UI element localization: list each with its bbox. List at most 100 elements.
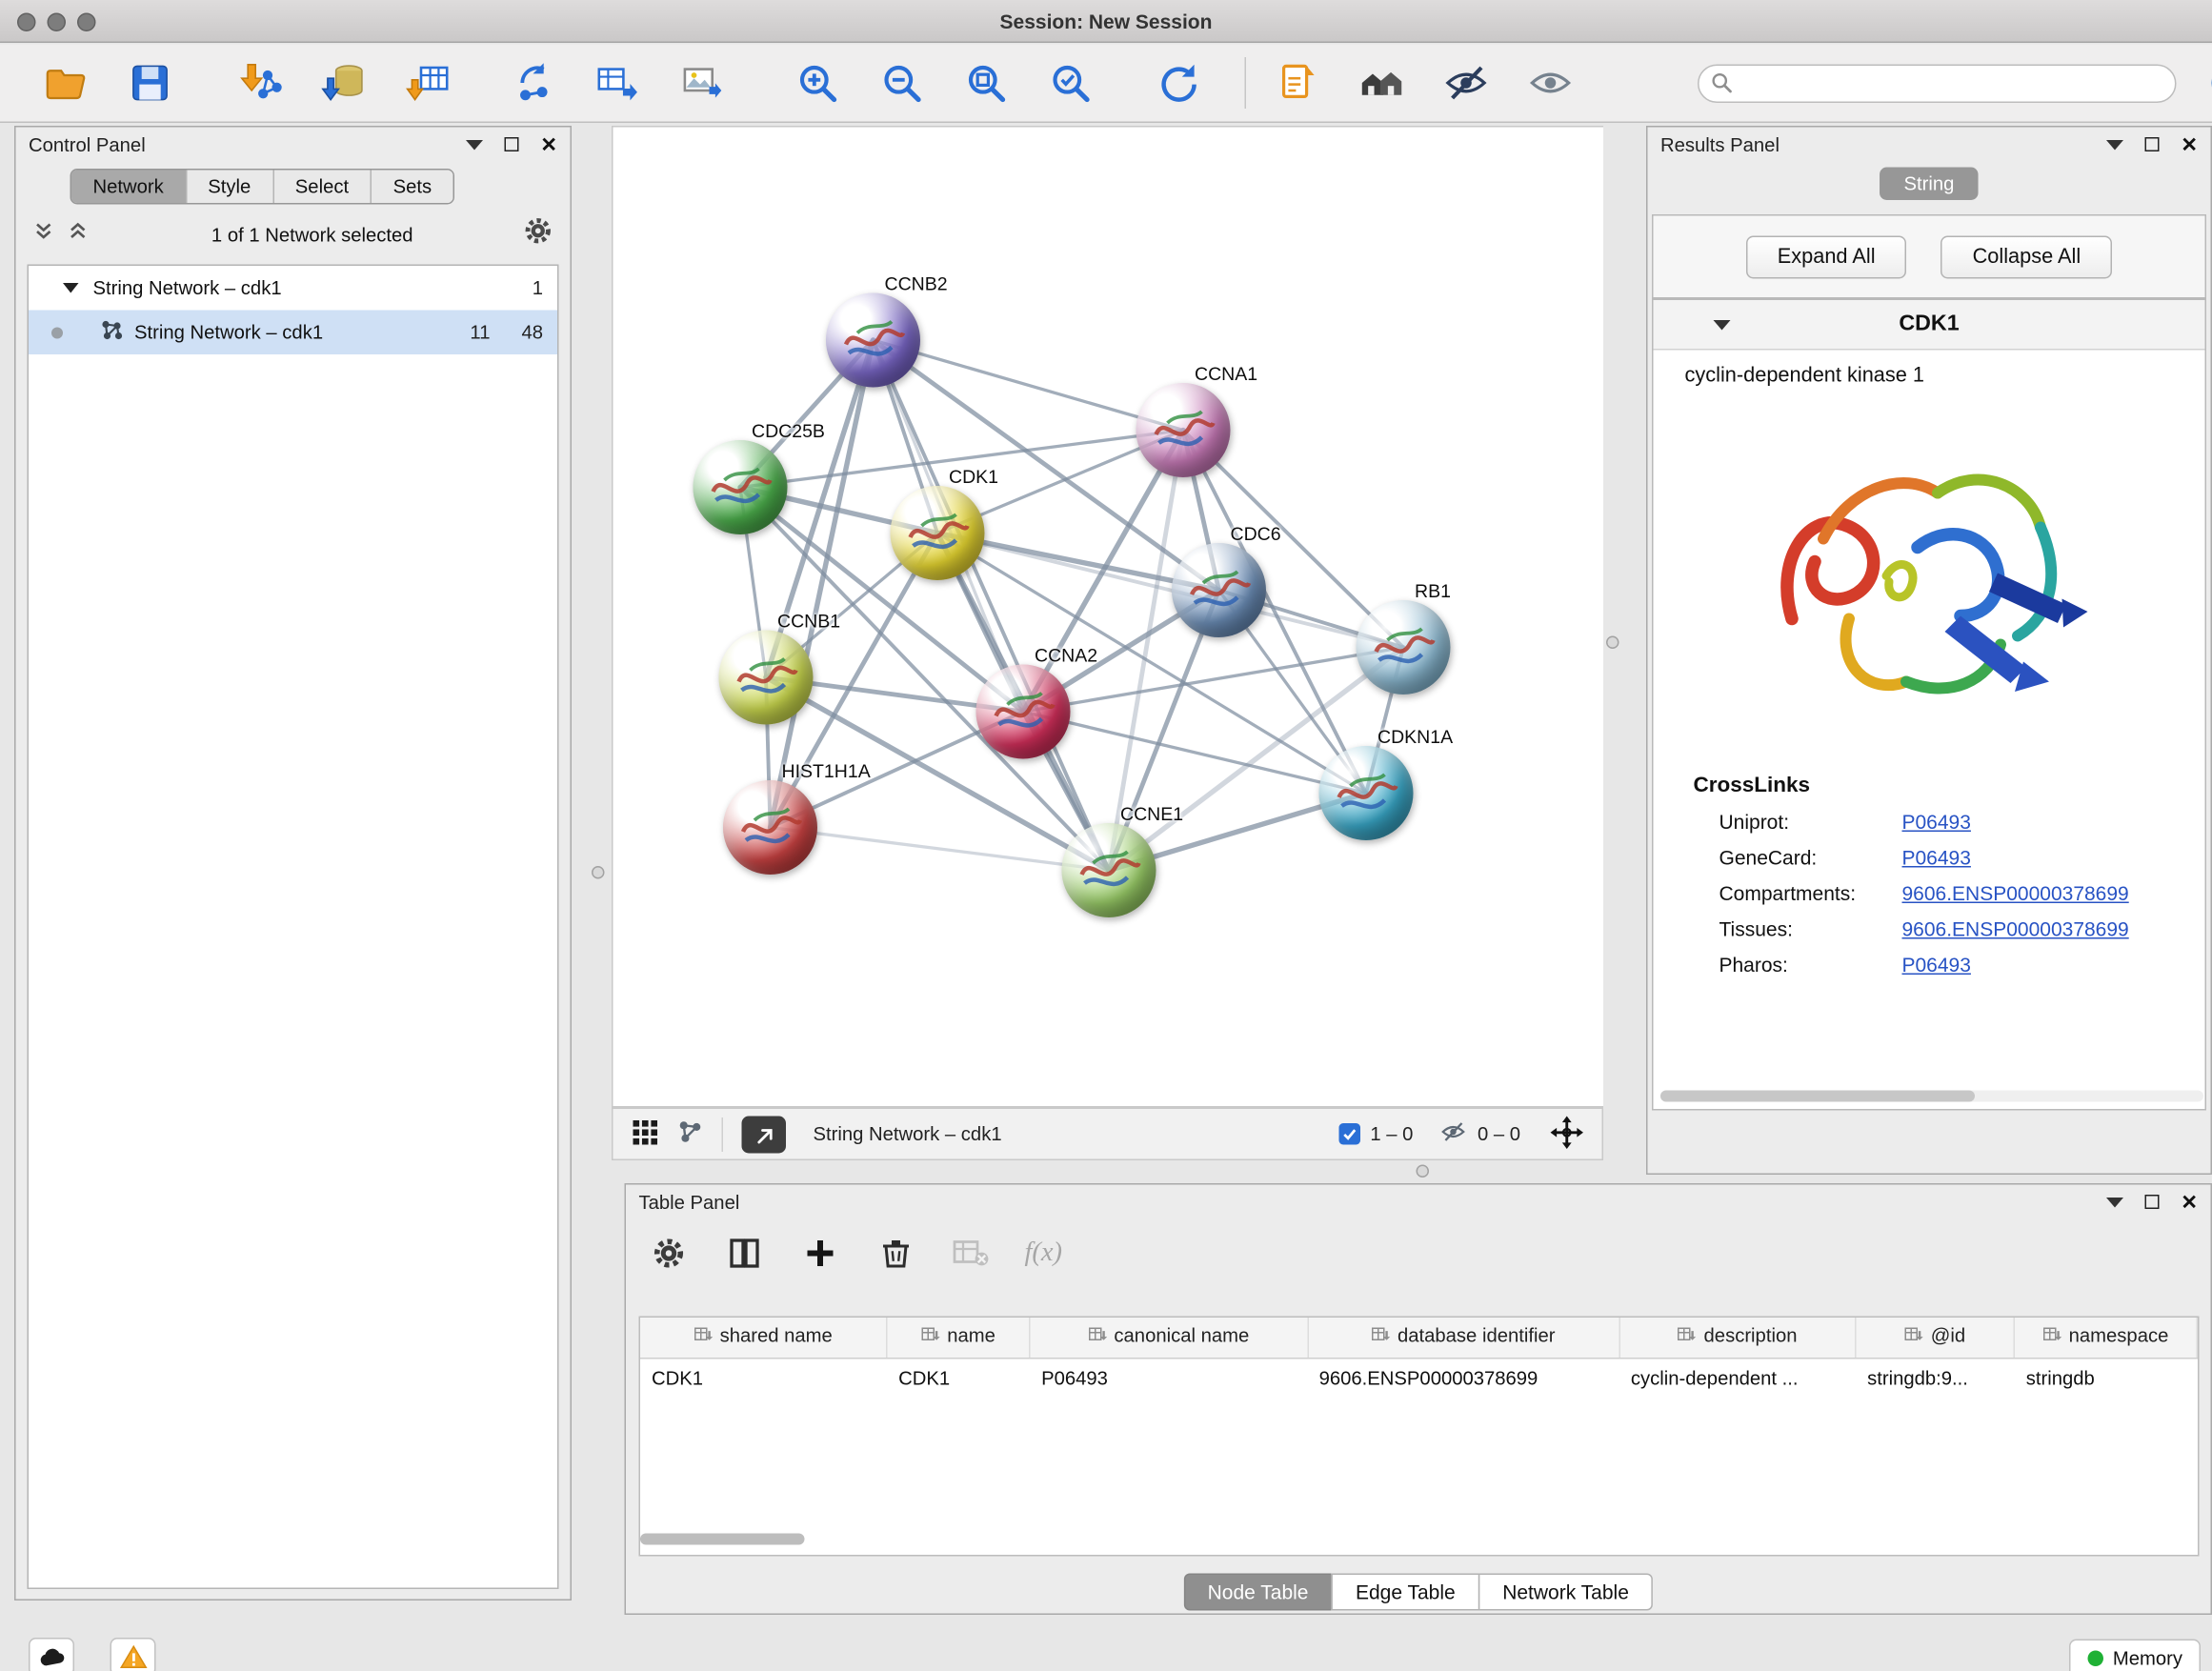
crosslink-link[interactable]: P06493 [1902,953,1971,976]
import-network-file-icon[interactable] [234,54,286,111]
hide-graphics-details-icon[interactable] [1440,54,1492,111]
close-panel-icon[interactable]: ✕ [540,134,557,154]
tab-network-table[interactable]: Network Table [1478,1574,1654,1611]
network-edge[interactable] [874,340,1110,871]
table-cell[interactable]: P06493 [1030,1358,1308,1398]
open-session-icon[interactable] [40,54,91,111]
gene-disclosure-icon[interactable] [1714,319,1731,330]
zoom-fit-icon[interactable] [960,54,1012,111]
crosslink-link[interactable]: 9606.ENSP00000378699 [1902,916,2129,939]
zoom-window-button[interactable] [77,13,96,32]
column-header-shared-name[interactable]: shared name [640,1318,887,1358]
crosslink-link[interactable]: P06493 [1902,845,1971,868]
float-table-icon[interactable] [2145,1195,2160,1209]
export-network-icon[interactable] [592,54,643,111]
network-collection-row[interactable]: String Network – cdk1 1 [29,266,557,311]
export-image-icon[interactable] [676,54,728,111]
crosslink-link[interactable]: 9606.ENSP00000378699 [1902,881,2129,904]
expand-all-networks-icon[interactable] [33,220,55,249]
import-table-icon[interactable] [403,54,454,111]
cloud-button[interactable] [29,1638,74,1671]
collapse-all-button[interactable]: Collapse All [1941,235,2113,278]
table-settings-gear-icon[interactable] [646,1231,692,1277]
birds-eye-view-icon[interactable] [632,1118,659,1150]
hidden-items-icon[interactable] [1438,1119,1467,1150]
float-panel-icon[interactable] [505,137,519,151]
collapse-all-networks-icon[interactable] [68,220,90,249]
network-node-cdkn1a[interactable] [1319,746,1414,840]
tab-network[interactable]: Network [71,171,185,204]
tab-sets[interactable]: Sets [371,171,453,204]
close-results-icon[interactable]: ✕ [2181,134,2198,154]
column-header-database-identifier[interactable]: database identifier [1308,1318,1619,1358]
network-options-gear-icon[interactable] [523,216,553,253]
table-cell[interactable]: 9606.ENSP00000378699 [1308,1358,1619,1398]
network-canvas[interactable]: CCNB2CCNA1CDC25BCDK1CDC6RB1CCNB1CCNA2CDK… [612,126,1603,1108]
results-tab-string[interactable]: String [1880,168,1979,201]
horizontal-splitter-handle[interactable] [1417,1165,1430,1178]
expand-all-button[interactable]: Expand All [1746,235,1907,278]
network-node-cdc25b[interactable] [694,440,788,534]
network-row-selected[interactable]: String Network – cdk1 11 48 [29,311,557,355]
table-horizontal-scrollbar[interactable] [640,1534,805,1545]
apply-layout-icon[interactable] [1152,54,1203,111]
selected-items-checkbox-icon[interactable] [1338,1123,1360,1145]
tab-style[interactable]: Style [185,171,272,204]
column-header-name[interactable]: name [887,1318,1030,1358]
delete-column-icon[interactable] [874,1231,919,1277]
crosslink-link[interactable]: P06493 [1902,810,1971,833]
import-network-database-icon[interactable] [319,54,371,111]
network-node-rb1[interactable] [1357,600,1451,695]
save-session-icon[interactable] [125,54,176,111]
network-node-ccne1[interactable] [1062,823,1156,917]
column-header--id[interactable]: @id [1856,1318,2015,1358]
network-edge[interactable] [771,340,874,828]
warning-button[interactable] [111,1638,156,1671]
network-node-hist1h1a[interactable] [723,780,817,875]
network-node-ccna2[interactable] [976,665,1071,759]
close-window-button[interactable] [17,13,36,32]
network-overview-icon[interactable] [677,1119,703,1150]
search-input[interactable] [1698,64,2177,103]
collapse-table-icon[interactable] [2106,1197,2123,1207]
show-graphics-details-icon[interactable] [1525,54,1577,111]
results-scrollbar[interactable] [1660,1091,2203,1102]
table-cell[interactable]: cyclin-dependent ... [1619,1358,1856,1398]
table-cell[interactable]: CDK1 [887,1358,1030,1398]
disclosure-triangle-icon[interactable] [63,277,79,299]
new-network-from-selection-icon[interactable] [508,54,559,111]
network-node-ccnb2[interactable] [826,293,920,388]
table-cell[interactable]: stringdb [2015,1358,2197,1398]
zoom-out-icon[interactable] [876,54,928,111]
tab-select[interactable]: Select [272,171,371,204]
help-button[interactable]: ? [2205,54,2212,111]
fit-content-icon[interactable] [1551,1116,1584,1153]
annotations-icon[interactable] [1272,54,1323,111]
zoom-in-icon[interactable] [792,54,843,111]
zoom-selected-icon[interactable] [1045,54,1096,111]
memory-button[interactable]: Memory [2069,1640,2201,1671]
column-header-description[interactable]: description [1619,1318,1856,1358]
network-node-ccna1[interactable] [1136,383,1231,477]
function-builder-button[interactable]: f(x) [1025,1238,1063,1269]
network-edge[interactable] [937,534,1403,648]
home-icon[interactable] [1357,54,1408,111]
float-results-icon[interactable] [2145,137,2160,151]
collapse-results-icon[interactable] [2106,139,2123,150]
gene-card-header[interactable]: CDK1 [1654,300,2205,351]
network-node-ccnb1[interactable] [719,631,814,725]
network-edge[interactable] [771,828,1110,871]
network-node-cdk1[interactable] [891,486,985,580]
table-cell[interactable]: stringdb:9... [1856,1358,2015,1398]
show-columns-icon[interactable] [722,1231,768,1277]
tab-node-table[interactable]: Node Table [1183,1574,1333,1611]
close-table-icon[interactable]: ✕ [2181,1192,2198,1212]
network-node-cdc6[interactable] [1172,543,1266,637]
open-in-new-window-button[interactable] [742,1116,787,1153]
create-column-icon[interactable] [797,1231,843,1277]
table-cell[interactable]: CDK1 [640,1358,887,1398]
table-row[interactable]: CDK1CDK1P064939606.ENSP00000378699cyclin… [640,1358,2197,1398]
minimize-window-button[interactable] [48,13,67,32]
column-header-canonical-name[interactable]: canonical name [1030,1318,1308,1358]
right-splitter-handle[interactable] [1606,636,1619,650]
